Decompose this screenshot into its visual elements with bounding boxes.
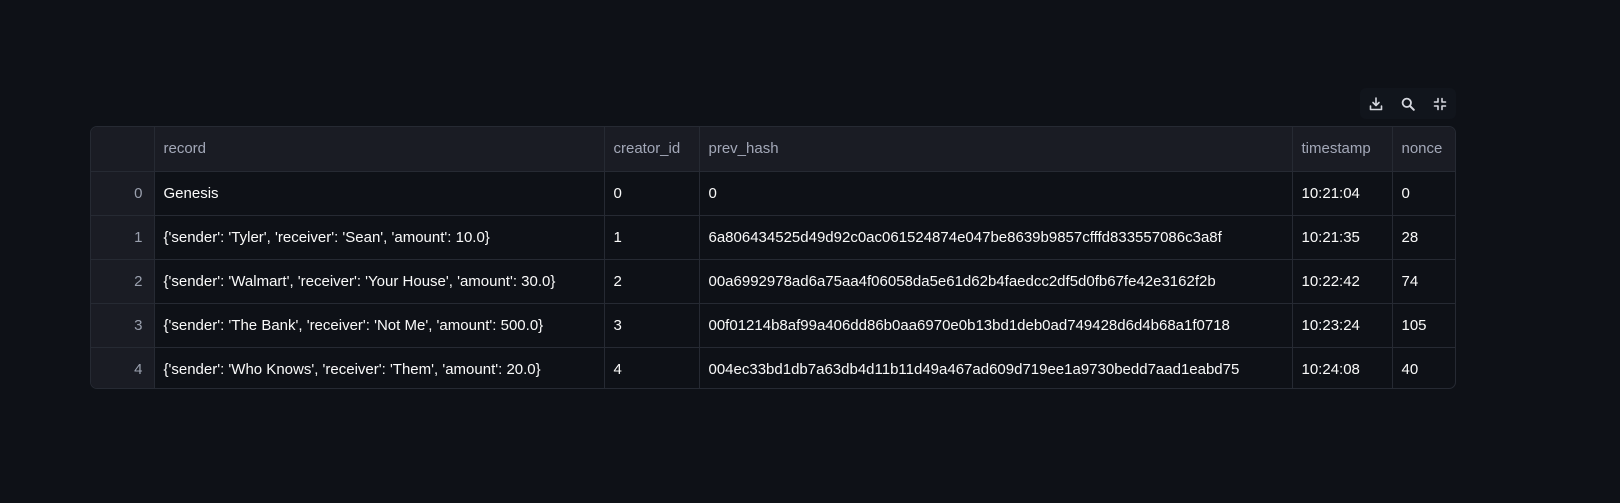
- cell-prev-hash[interactable]: 00a6992978ad6a75aa4f06058da5e61d62b4faed…: [699, 259, 1293, 304]
- dataframe-grid[interactable]: record creator_id prev_hash timestamp no…: [90, 126, 1456, 389]
- cell-prev-hash[interactable]: 00f01214b8af99a406dd86b0aa6970e0b13bd1de…: [699, 303, 1293, 348]
- row-index[interactable]: 3: [91, 303, 155, 348]
- cell-timestamp[interactable]: 10:21:04: [1292, 171, 1393, 216]
- row-index[interactable]: 1: [91, 215, 155, 260]
- search-button[interactable]: [1395, 91, 1421, 117]
- cell-nonce[interactable]: 0: [1392, 171, 1455, 216]
- cell-timestamp[interactable]: 10:23:24: [1292, 303, 1393, 348]
- download-icon: [1369, 96, 1383, 110]
- header-row: record creator_id prev_hash timestamp no…: [91, 127, 1455, 172]
- cell-creator-id[interactable]: 2: [604, 259, 700, 304]
- cell-timestamp[interactable]: 10:21:35: [1292, 215, 1393, 260]
- cell-record[interactable]: {'sender': 'Tyler', 'receiver': 'Sean', …: [154, 215, 605, 260]
- row-index[interactable]: 4: [91, 347, 155, 388]
- cell-timestamp[interactable]: 10:24:08: [1292, 347, 1393, 388]
- column-header-index[interactable]: [91, 127, 155, 172]
- cell-nonce[interactable]: 105: [1392, 303, 1455, 348]
- cell-nonce[interactable]: 74: [1392, 259, 1455, 304]
- cell-nonce[interactable]: 28: [1392, 215, 1455, 260]
- cell-creator-id[interactable]: 1: [604, 215, 700, 260]
- column-header-prev-hash[interactable]: prev_hash: [699, 127, 1293, 172]
- table-row: 2 {'sender': 'Walmart', 'receiver': 'You…: [91, 259, 1455, 304]
- collapse-button[interactable]: [1427, 91, 1453, 117]
- column-header-nonce[interactable]: nonce: [1392, 127, 1455, 172]
- search-icon: [1401, 97, 1415, 111]
- table-row: 4 {'sender': 'Who Knows', 'receiver': 'T…: [91, 347, 1455, 388]
- cell-creator-id[interactable]: 3: [604, 303, 700, 348]
- dataframe-toolbar: [1360, 88, 1456, 119]
- cell-record[interactable]: {'sender': 'Walmart', 'receiver': 'Your …: [154, 259, 605, 304]
- cell-prev-hash[interactable]: 0: [699, 171, 1293, 216]
- cell-prev-hash[interactable]: 6a806434525d49d92c0ac061524874e047be8639…: [699, 215, 1293, 260]
- cell-timestamp[interactable]: 10:22:42: [1292, 259, 1393, 304]
- table-row: 3 {'sender': 'The Bank', 'receiver': 'No…: [91, 303, 1455, 348]
- data-table: record creator_id prev_hash timestamp no…: [91, 127, 1455, 388]
- cell-record[interactable]: {'sender': 'Who Knows', 'receiver': 'The…: [154, 347, 605, 388]
- cell-record[interactable]: {'sender': 'The Bank', 'receiver': 'Not …: [154, 303, 605, 348]
- cell-prev-hash[interactable]: 004ec33bd1db7a63db4d11b11d49a467ad609d71…: [699, 347, 1293, 388]
- column-header-record[interactable]: record: [154, 127, 605, 172]
- row-index[interactable]: 0: [91, 171, 155, 216]
- column-header-creator-id[interactable]: creator_id: [604, 127, 700, 172]
- cell-creator-id[interactable]: 0: [604, 171, 700, 216]
- row-index[interactable]: 2: [91, 259, 155, 304]
- cell-nonce[interactable]: 40: [1392, 347, 1455, 388]
- table-row: 0 Genesis 0 0 10:21:04 0: [91, 171, 1455, 216]
- collapse-icon: [1433, 97, 1447, 110]
- download-button[interactable]: [1363, 91, 1389, 117]
- cell-creator-id[interactable]: 4: [604, 347, 700, 388]
- cell-record[interactable]: Genesis: [154, 171, 605, 216]
- table-row: 1 {'sender': 'Tyler', 'receiver': 'Sean'…: [91, 215, 1455, 260]
- column-header-timestamp[interactable]: timestamp: [1292, 127, 1393, 172]
